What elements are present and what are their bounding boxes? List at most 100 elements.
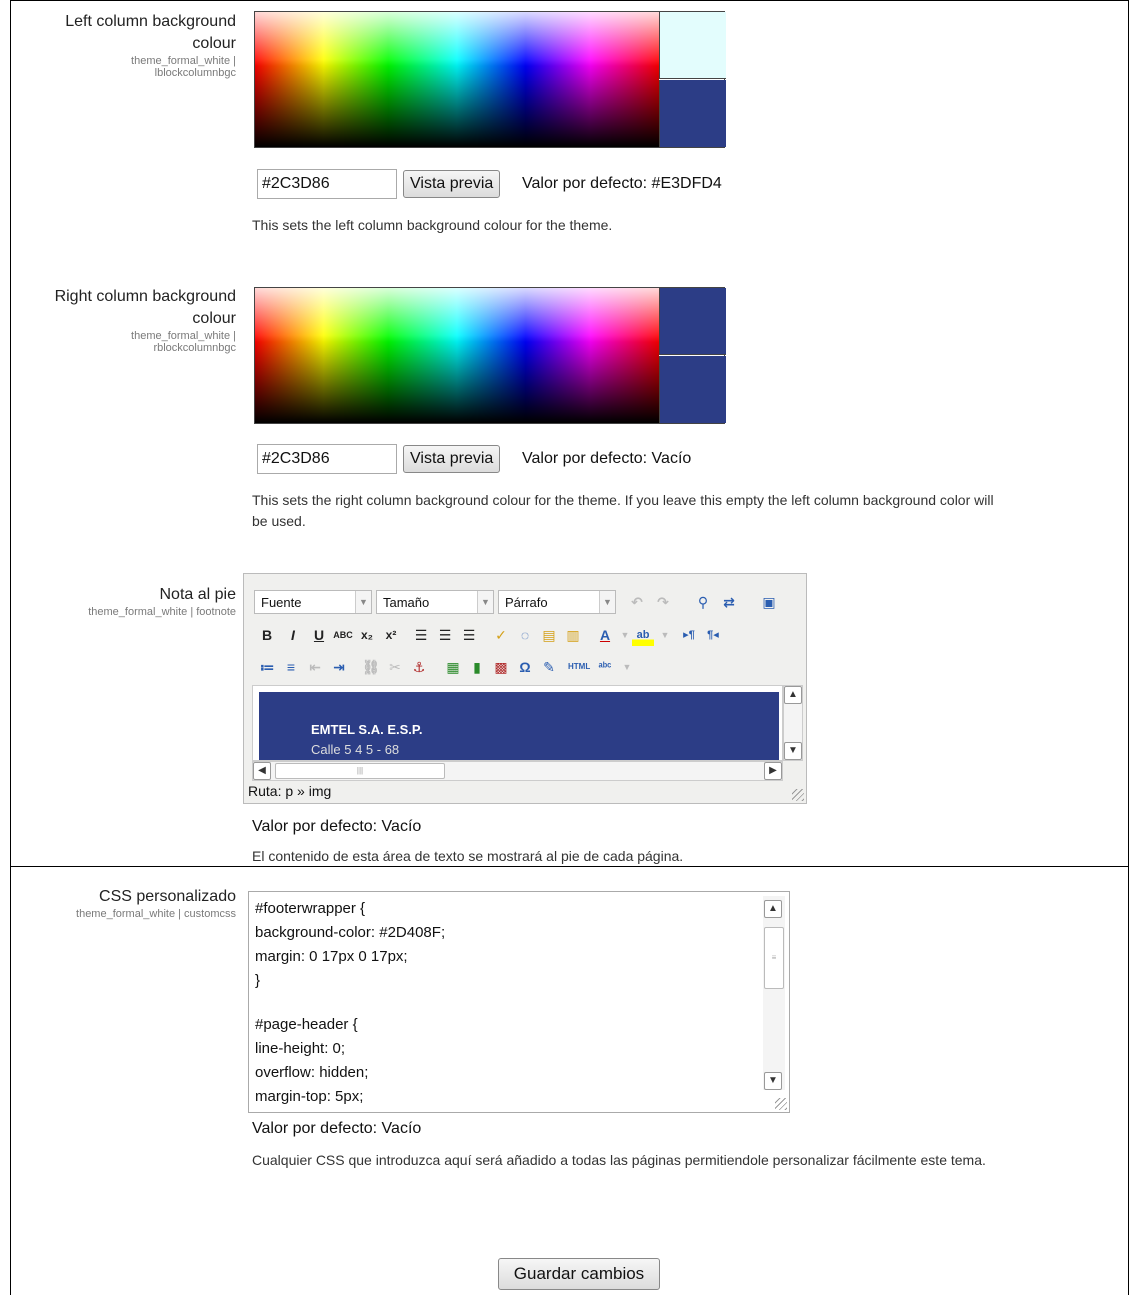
right-colour-swatch-selected — [659, 356, 726, 423]
chevron-right-icon[interactable]: ▶ — [764, 762, 782, 780]
resize-grip-icon[interactable] — [775, 1098, 787, 1110]
left-colour-swatch-current — [659, 12, 726, 79]
css-line: line-height: 0; — [255, 1040, 346, 1057]
moodle-media-icon[interactable]: ▩ — [490, 656, 512, 678]
spellcheck-icon[interactable]: ᵃᵇᶜ — [594, 656, 616, 678]
numbered-list-icon[interactable]: ≡ — [280, 656, 302, 678]
font-family-select[interactable]: Fuente ▼ — [254, 590, 372, 614]
footnote-edit-area[interactable]: EMTEL S.A. E.S.P. Calle 5 4 5 - 68 — [252, 685, 783, 761]
css-line: } — [255, 972, 261, 989]
left-colour-picker[interactable] — [254, 11, 726, 148]
font-family-select-value: Fuente — [261, 595, 302, 610]
text-color-icon[interactable]: A — [594, 624, 616, 646]
chevron-down-icon[interactable]: ▼ — [616, 656, 638, 678]
custom-css-title: CSS personalizado — [99, 888, 236, 905]
scroll-thumb[interactable]: ≡ — [764, 927, 784, 989]
scroll-thumb[interactable]: ||| — [275, 763, 445, 779]
css-vertical-scrollbar[interactable]: ▲ ≡ ▼ — [763, 896, 785, 1090]
theme-settings-page: Left column background colour theme_form… — [0, 0, 1129, 1295]
find-icon[interactable]: ⚲ — [692, 591, 714, 613]
footer-image-company: EMTEL S.A. E.S.P. — [311, 722, 423, 737]
save-changes-button[interactable]: Guardar cambios — [498, 1258, 660, 1290]
superscript-icon[interactable]: x² — [380, 624, 402, 646]
nolink-icon[interactable]: ✎ — [538, 656, 560, 678]
remove-format-icon[interactable]: ◌ — [514, 624, 536, 646]
custom-css-textarea[interactable]: #footerwrapper { background-color: #2D40… — [248, 891, 790, 1113]
html-source-icon[interactable]: HTML — [568, 656, 590, 678]
cleanup-icon[interactable]: ✓ — [490, 624, 512, 646]
left-colour-title-1: Left column background — [65, 13, 236, 30]
align-center-icon[interactable]: ☰ — [434, 624, 456, 646]
special-char-icon[interactable]: Ω — [514, 656, 536, 678]
paste-word-icon[interactable]: ▥ — [562, 624, 584, 646]
indent-icon[interactable]: ⇥ — [328, 656, 350, 678]
italic-icon[interactable]: I — [282, 624, 304, 646]
chevron-down-icon[interactable]: ▼ — [784, 742, 802, 760]
unlink-icon[interactable]: ✂ — [384, 656, 406, 678]
right-colour-swatch-current — [659, 288, 726, 355]
footer-image-address: Calle 5 4 5 - 68 — [311, 742, 400, 757]
right-colour-setting-id-1: theme_formal_white | — [131, 330, 236, 342]
bullet-list-icon[interactable]: ≔ — [256, 656, 278, 678]
left-colour-preview-button[interactable]: Vista previa — [403, 170, 501, 198]
undo-icon[interactable]: ↶ — [626, 591, 648, 613]
ltr-icon[interactable]: ▸¶ — [678, 624, 700, 646]
footnote-rich-editor: Fuente ▼ Tamaño ▼ Párrafo ▼ ↶ ↷ ⚲ ⇄ ▣ B … — [243, 573, 807, 804]
css-line: #footerwrapper { — [255, 900, 366, 917]
paste-text-icon[interactable]: ▤ — [538, 624, 560, 646]
left-colour-default: Valor por defecto: #E3DFD4 — [522, 175, 722, 192]
chevron-up-icon[interactable]: ▲ — [784, 686, 802, 704]
font-size-select[interactable]: Tamaño ▼ — [376, 590, 494, 614]
resize-grip-icon[interactable] — [792, 789, 804, 801]
right-colour-title-1: Right column background — [54, 288, 236, 305]
media-icon[interactable]: ▮ — [466, 656, 488, 678]
right-colour-preview-button[interactable]: Vista previa — [403, 445, 501, 473]
chevron-down-icon: ▼ — [599, 591, 615, 613]
right-colour-title-2: colour — [192, 310, 236, 327]
chevron-down-icon: ▼ — [355, 591, 371, 613]
redo-icon[interactable]: ↷ — [652, 591, 674, 613]
right-colour-picker[interactable] — [254, 287, 726, 424]
right-colour-hex-input[interactable] — [257, 444, 397, 474]
chevron-down-icon[interactable]: ▼ — [764, 1072, 782, 1090]
chevron-down-icon[interactable]: ▼ — [654, 624, 676, 646]
left-colour-hex-input[interactable] — [257, 169, 397, 199]
bold-icon[interactable]: B — [256, 624, 278, 646]
chevron-left-icon[interactable]: ◀ — [253, 762, 271, 780]
footer-image[interactable]: EMTEL S.A. E.S.P. Calle 5 4 5 - 68 — [259, 692, 779, 760]
css-line: overflow: hidden; — [255, 1064, 369, 1081]
left-colour-swatch-selected — [659, 80, 726, 147]
right-colour-description: This sets the right column background co… — [252, 490, 1122, 532]
fullscreen-icon[interactable]: ▣ — [758, 591, 780, 613]
align-left-icon[interactable]: ☰ — [410, 624, 432, 646]
highlight-color-icon[interactable]: ab — [632, 624, 654, 646]
underline-icon[interactable]: U — [308, 624, 330, 646]
align-right-icon[interactable]: ☰ — [458, 624, 480, 646]
custom-css-label: CSS personalizado theme_formal_white | c… — [8, 886, 236, 920]
right-colour-default: Valor por defecto: Vacío — [522, 450, 692, 467]
footnote-setting-id: theme_formal_white | footnote — [88, 606, 236, 618]
strikethrough-icon[interactable]: ABC — [332, 624, 354, 646]
editor-horizontal-scrollbar[interactable]: ◀ ||| ▶ — [252, 761, 783, 781]
image-icon[interactable]: ▦ — [442, 656, 464, 678]
css-line: background-color: #2D408F; — [255, 924, 446, 941]
outdent-icon[interactable]: ⇤ — [304, 656, 326, 678]
rtl-icon[interactable]: ¶◂ — [702, 624, 724, 646]
custom-css-default: Valor por defecto: Vacío — [252, 1120, 422, 1137]
replace-icon[interactable]: ⇄ — [718, 591, 740, 613]
editor-vertical-scrollbar[interactable]: ▲ ▼ — [783, 685, 803, 761]
link-icon[interactable]: ⛓ — [360, 656, 382, 678]
left-colour-title-2: colour — [192, 35, 236, 52]
css-line: margin-top: 5px; — [255, 1088, 364, 1105]
anchor-icon[interactable]: ⚓ — [408, 656, 430, 678]
paragraph-format-select[interactable]: Párrafo ▼ — [498, 590, 616, 614]
subscript-icon[interactable]: x₂ — [356, 624, 378, 646]
footnote-title: Nota al pie — [159, 586, 237, 603]
css-line: margin: 0 17px 0 17px; — [255, 948, 408, 965]
right-colour-spectrum[interactable] — [255, 288, 659, 423]
left-colour-spectrum[interactable] — [255, 12, 659, 147]
font-size-select-value: Tamaño — [383, 595, 430, 610]
footnote-description: El contenido de esta área de texto se mo… — [252, 848, 684, 864]
footnote-default: Valor por defecto: Vacío — [252, 818, 422, 835]
chevron-up-icon[interactable]: ▲ — [764, 900, 782, 918]
